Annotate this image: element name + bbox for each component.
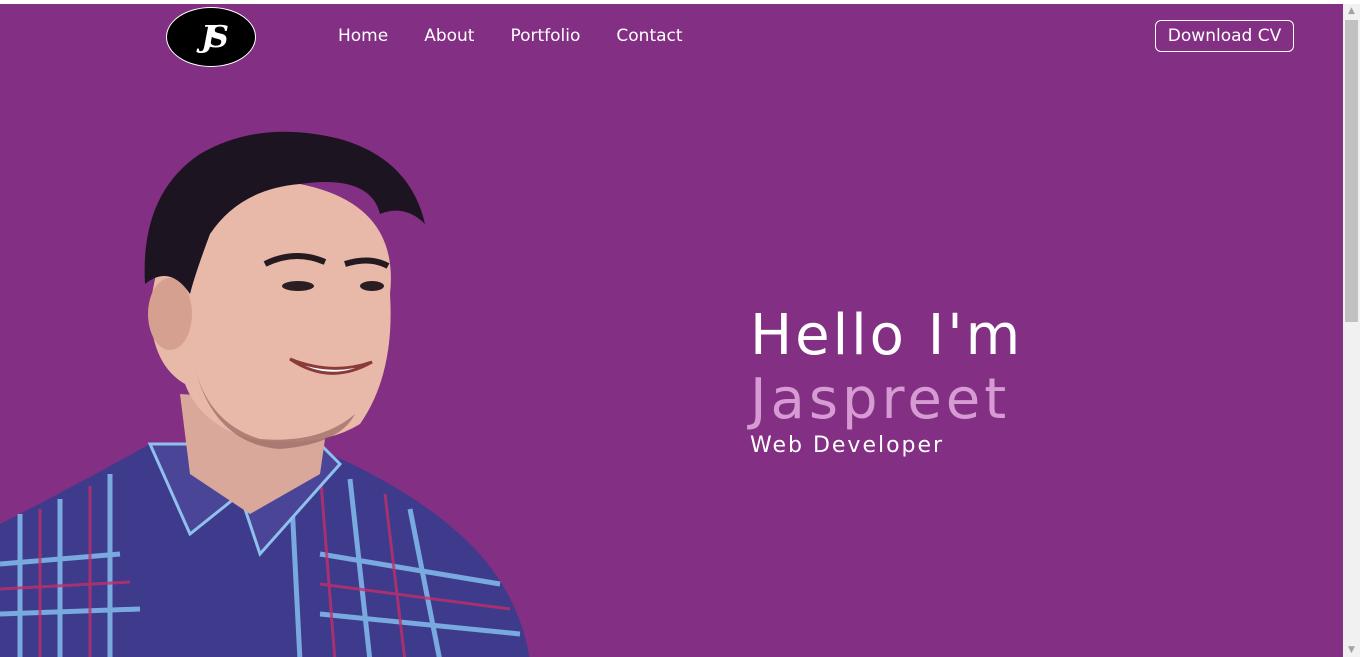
profile-photo xyxy=(0,131,530,657)
hero-role: Web Developer xyxy=(750,433,945,458)
site-logo[interactable]: JS xyxy=(166,7,256,67)
nav-about[interactable]: About xyxy=(424,26,474,46)
vertical-scrollbar[interactable]: ▲ ▼ xyxy=(1343,4,1360,657)
download-cv-button[interactable]: Download CV xyxy=(1155,20,1294,52)
logo-monogram: JS xyxy=(201,19,229,55)
hero-name: Jaspreet xyxy=(750,367,1011,432)
hero-text: Hello I'm Jaspreet Web Developer xyxy=(750,304,1023,460)
scroll-down-icon[interactable]: ▼ xyxy=(1343,643,1360,657)
scroll-up-icon[interactable]: ▲ xyxy=(1343,4,1360,18)
main-nav: Home About Portfolio Contact xyxy=(338,26,683,46)
scroll-thumb[interactable] xyxy=(1345,20,1358,322)
nav-contact[interactable]: Contact xyxy=(616,26,682,46)
hero-section: JS Home About Portfolio Contact Download… xyxy=(0,4,1343,657)
nav-portfolio[interactable]: Portfolio xyxy=(510,26,580,46)
hero-greeting: Hello I'm xyxy=(750,303,1024,368)
nav-home[interactable]: Home xyxy=(338,26,388,46)
